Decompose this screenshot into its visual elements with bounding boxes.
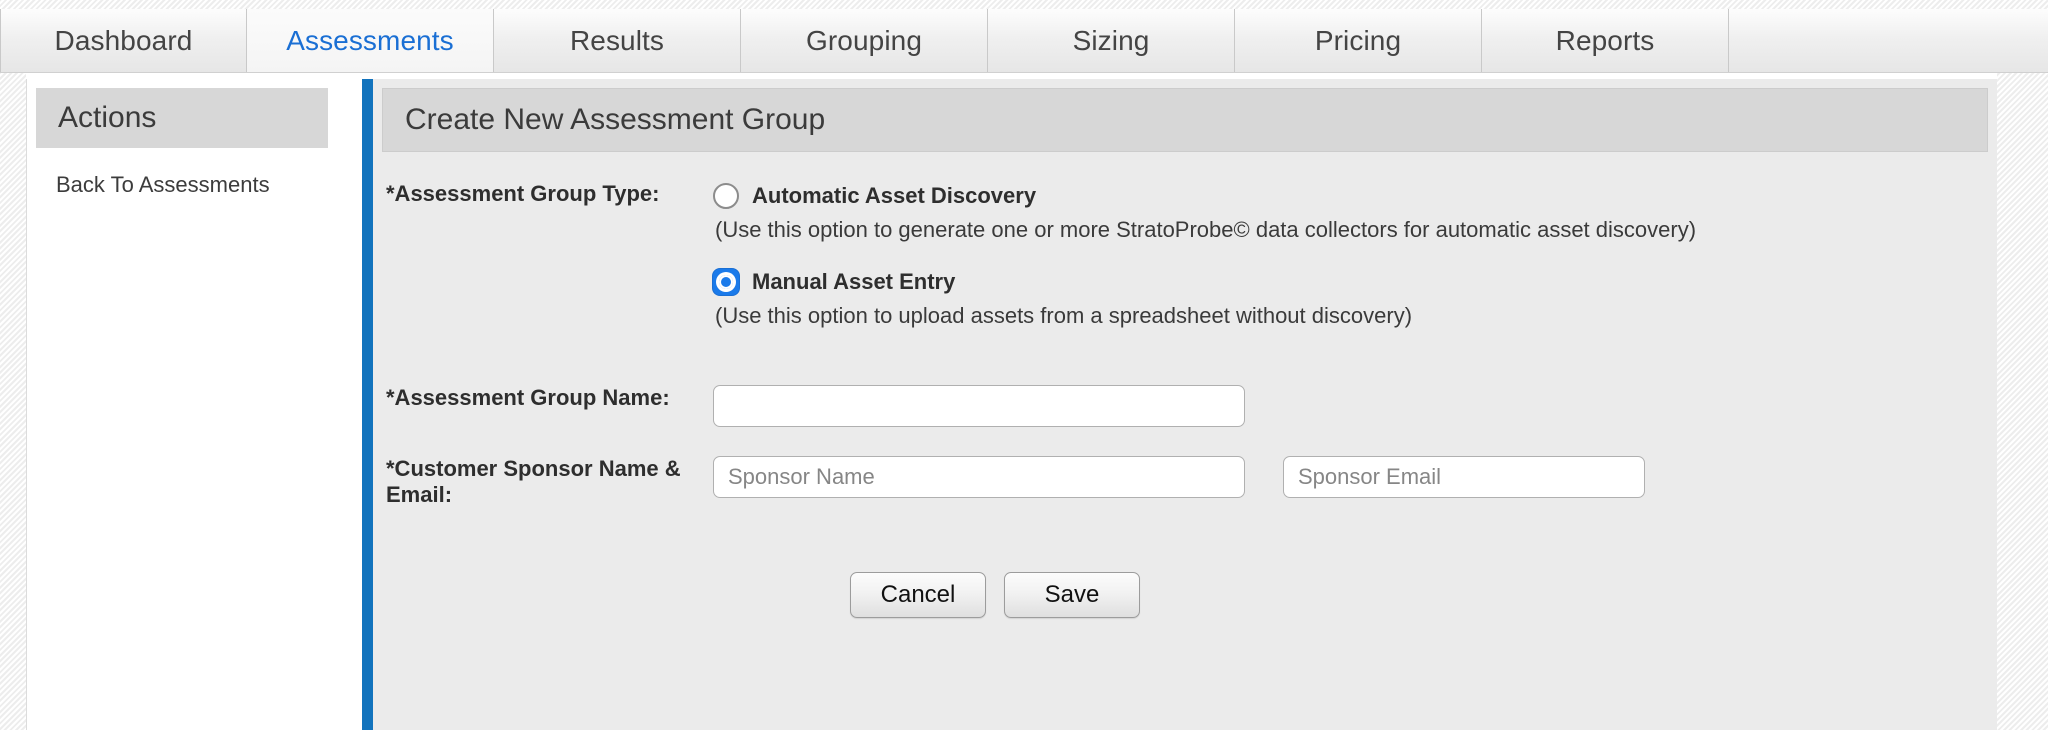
form-row-group-name: *Assessment Group Name: (373, 385, 1997, 427)
group-type-radio-group: Automatic Asset Discovery (Use this opti… (713, 181, 1997, 329)
sponsor-label: *Customer Sponsor Name & Email: (386, 456, 681, 507)
form-row-group-type: *Assessment Group Type: Automatic Asset … (373, 181, 1997, 355)
sidebar-header: Actions (36, 88, 328, 148)
group-name-label: *Assessment Group Name: (386, 385, 670, 410)
sidebar: Actions Back To Assessments (26, 79, 337, 730)
sidebar-item-list: Back To Assessments (27, 170, 337, 200)
radio-line: Automatic Asset Discovery (713, 183, 1997, 209)
panel-header: Create New Assessment Group (382, 88, 1988, 152)
radio-label: Manual Asset Entry (752, 269, 956, 294)
sponsor-name-input[interactable] (713, 456, 1245, 498)
assessment-group-form: *Assessment Group Type: Automatic Asset … (373, 152, 1997, 618)
assessment-group-name-input[interactable] (713, 385, 1245, 427)
tab-reports[interactable]: Reports (1482, 9, 1729, 73)
tab-label: Sizing (1072, 25, 1150, 56)
sponsor-fields (713, 456, 1997, 498)
tab-assessments[interactable]: Assessments (247, 9, 494, 73)
radio-label: Automatic Asset Discovery (752, 183, 1037, 208)
tab-label: Results (569, 25, 665, 56)
window-right-edge (1997, 73, 2048, 730)
tab-pricing[interactable]: Pricing (1235, 9, 1482, 73)
radio-option-manual-asset-entry[interactable]: Manual Asset Entry (Use this option to u… (713, 269, 1997, 329)
radio-option-automatic-asset-discovery[interactable]: Automatic Asset Discovery (Use this opti… (713, 183, 1997, 243)
radio-checked-icon[interactable] (713, 269, 739, 295)
tab-label: Grouping (806, 25, 922, 56)
tab-bar-filler (1729, 9, 2048, 73)
tab-label: Reports (1555, 25, 1655, 56)
save-button[interactable]: Save (1004, 572, 1140, 618)
tab-label: Pricing (1314, 25, 1402, 56)
group-name-field (713, 385, 1997, 427)
sponsor-email-input[interactable] (1283, 456, 1645, 498)
radio-line: Manual Asset Entry (713, 269, 1997, 295)
page-content: Actions Back To Assessments Create New A… (26, 73, 1997, 730)
form-actions: Cancel Save (373, 572, 1997, 618)
sidebar-item-back-to-assessments[interactable]: Back To Assessments (56, 170, 337, 200)
window-left-edge (0, 73, 26, 730)
radio-unchecked-icon[interactable] (713, 183, 739, 209)
tab-list: Dashboard Assessments Results Grouping S… (0, 9, 1729, 73)
sidebar-item-label: Back To Assessments (56, 172, 270, 197)
tab-results[interactable]: Results (494, 9, 741, 73)
tab-grouping[interactable]: Grouping (741, 9, 988, 73)
tab-sizing[interactable]: Sizing (988, 9, 1235, 73)
form-row-sponsor: *Customer Sponsor Name & Email: (373, 456, 1997, 508)
group-type-label: *Assessment Group Type: (386, 181, 660, 206)
sidebar-title: Actions (58, 101, 157, 134)
cancel-button[interactable]: Cancel (850, 572, 986, 618)
group-type-field: Automatic Asset Discovery (Use this opti… (713, 181, 1997, 355)
tab-label: Dashboard (54, 25, 193, 56)
vertical-accent-divider (362, 79, 373, 730)
radio-hint: (Use this option to generate one or more… (715, 217, 1697, 242)
radio-hint: (Use this option to upload assets from a… (715, 303, 1413, 328)
tab-label: Assessments (286, 25, 454, 56)
main-panel: Create New Assessment Group *Assessment … (373, 79, 1997, 730)
window-body: Actions Back To Assessments Create New A… (0, 73, 2048, 730)
tab-dashboard[interactable]: Dashboard (0, 9, 247, 73)
tab-bar: Dashboard Assessments Results Grouping S… (0, 0, 2048, 74)
page-title: Create New Assessment Group (405, 103, 826, 136)
